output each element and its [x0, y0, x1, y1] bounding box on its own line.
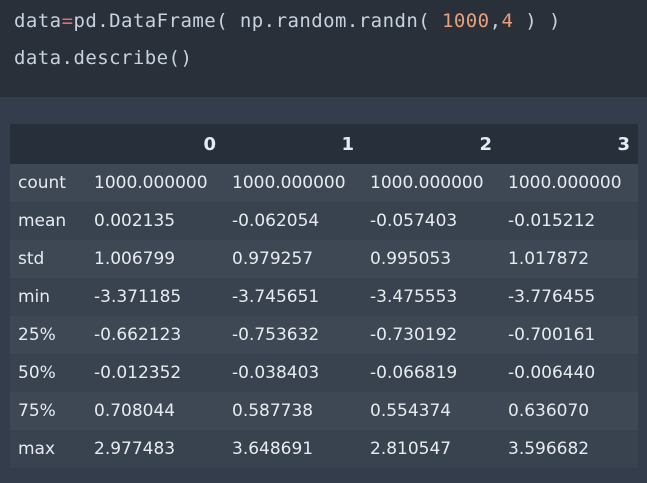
table-row: std 1.006799 0.979257 0.995053 1.017872: [10, 240, 638, 278]
table-cell: 3.648691: [232, 439, 314, 459]
row-label: count: [18, 173, 66, 193]
table-cell: 1000.000000: [370, 173, 484, 193]
table-cell: 3.596682: [508, 439, 590, 459]
table-cell: 0.587738: [232, 401, 314, 421]
table-row: 25% -0.662123 -0.753632 -0.730192 -0.700…: [10, 316, 638, 354]
column-header: 1: [224, 124, 362, 164]
table-cell: -0.700161: [508, 325, 596, 345]
code-line-2: data.describe(): [14, 47, 193, 69]
table-cell: -0.006440: [508, 363, 596, 383]
table-cell: -0.057403: [370, 211, 458, 231]
table-cell: 1.017872: [508, 249, 590, 269]
table-cell: 1000.000000: [232, 173, 346, 193]
row-label: 50%: [18, 363, 56, 383]
table-row: 75% 0.708044 0.587738 0.554374 0.636070: [10, 392, 638, 430]
table-cell: 1000.000000: [94, 173, 208, 193]
code-cell[interactable]: data=pd.DataFrame( np.random.randn( 1000…: [0, 0, 647, 97]
code-number: 4: [501, 10, 514, 32]
code-token: data: [14, 10, 62, 32]
table-cell: -0.730192: [370, 325, 458, 345]
row-label: 75%: [18, 401, 56, 421]
table-cell: 0.708044: [94, 401, 176, 421]
row-label: 25%: [18, 325, 56, 345]
code-token: ) ): [513, 10, 561, 32]
table-cell: -0.062054: [232, 211, 320, 231]
table-cell: 0.979257: [232, 249, 314, 269]
table-cell: 2.977483: [94, 439, 176, 459]
table-cell: -0.066819: [370, 363, 458, 383]
header-corner: [10, 124, 86, 164]
table-row: min -3.371185 -3.745651 -3.475553 -3.776…: [10, 278, 638, 316]
table-cell: -0.012352: [94, 363, 182, 383]
table-cell: -3.745651: [232, 287, 320, 307]
table-row: 50% -0.012352 -0.038403 -0.066819 -0.006…: [10, 354, 638, 392]
table-cell: -0.015212: [508, 211, 596, 231]
table-cell: -3.776455: [508, 287, 596, 307]
row-label: min: [18, 287, 51, 307]
code-token: pd.DataFrame( np.random.randn(: [73, 10, 443, 32]
table-cell: -0.753632: [232, 325, 320, 345]
table-cell: 0.995053: [370, 249, 452, 269]
table-cell: 1000.000000: [508, 173, 622, 193]
row-label: max: [18, 439, 56, 459]
code-number: 1000: [442, 10, 490, 32]
table-cell: 0.554374: [370, 401, 452, 421]
column-header: 3: [500, 124, 638, 164]
describe-table: 0 1 2 3 count 1000.000000 1000.000000 10…: [10, 124, 638, 468]
table-cell: -0.662123: [94, 325, 182, 345]
row-label: std: [18, 249, 45, 269]
row-label: mean: [18, 211, 67, 231]
table-cell: 0.002135: [94, 211, 176, 231]
table-cell: -3.475553: [370, 287, 458, 307]
code-token: ,: [489, 10, 502, 32]
table-row: max 2.977483 3.648691 2.810547 3.596682: [10, 430, 638, 468]
table-cell: -0.038403: [232, 363, 320, 383]
table-cell: -3.371185: [94, 287, 182, 307]
column-header: 2: [362, 124, 500, 164]
table-cell: 1.006799: [94, 249, 176, 269]
table-cell: 2.810547: [370, 439, 452, 459]
table-row: mean 0.002135 -0.062054 -0.057403 -0.015…: [10, 202, 638, 240]
code-operator: =: [61, 10, 74, 32]
table-cell: 0.636070: [508, 401, 590, 421]
column-header: 0: [86, 124, 224, 164]
table-row: count 1000.000000 1000.000000 1000.00000…: [10, 164, 638, 202]
code-line-1: data=pd.DataFrame( np.random.randn( 1000…: [14, 10, 561, 32]
table-header-row: 0 1 2 3: [10, 124, 638, 164]
